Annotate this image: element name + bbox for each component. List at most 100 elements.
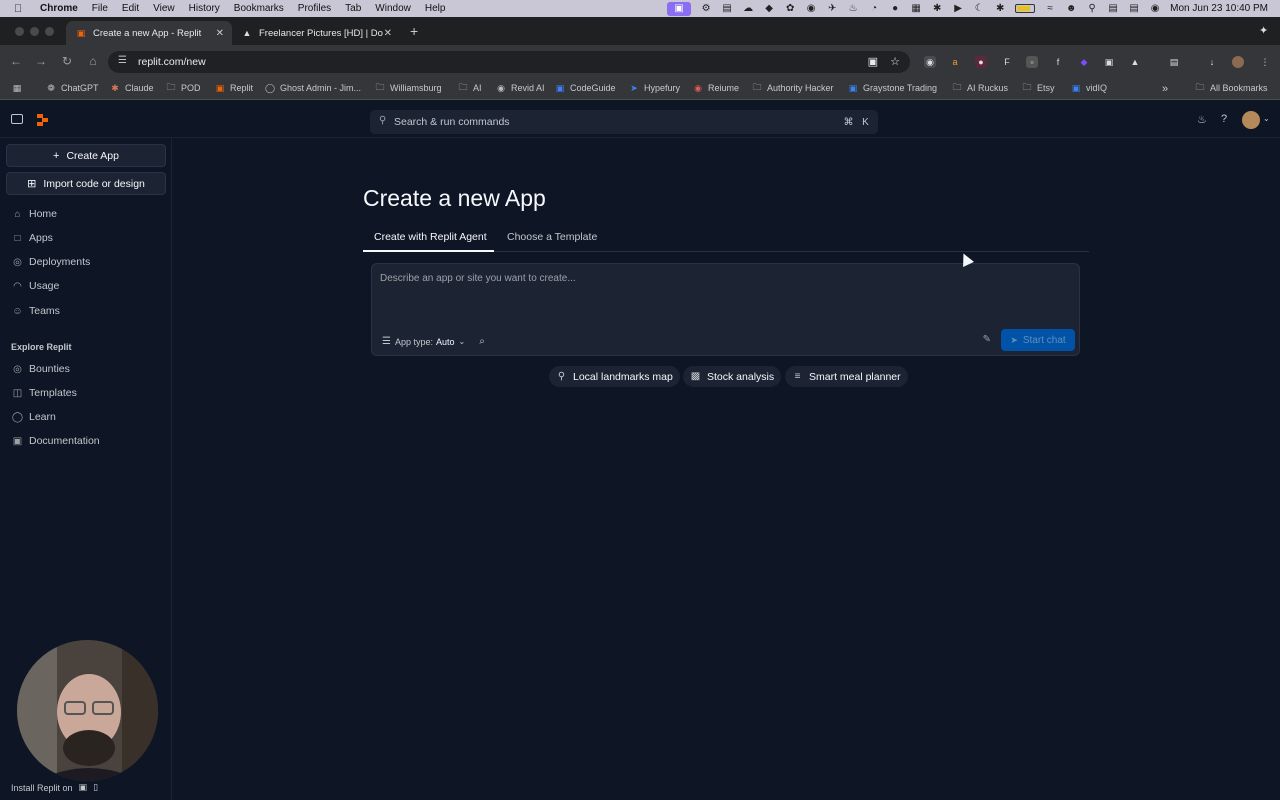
extension-icon[interactable]: ● (975, 56, 987, 68)
tray-app-icon[interactable]: ● (889, 3, 901, 14)
tray-app-icon[interactable]: ▤ (721, 3, 733, 14)
address-bar[interactable]: ☰ replit.com/new ▣ ☆ (108, 51, 910, 73)
tab-create-with-agent[interactable]: Create with Replit Agent (374, 231, 487, 243)
sidebar-item-learn[interactable]: ◯ Learn (12, 408, 56, 426)
extension-icon[interactable]: f (1052, 56, 1064, 68)
screen-record-icon[interactable]: ▣ (667, 1, 692, 16)
desktop-icon[interactable]: ▣ (79, 782, 88, 793)
tray-app-icon[interactable]: ♨ (847, 3, 859, 14)
menu-history[interactable]: History (189, 3, 220, 14)
bookmark-codeguide[interactable]: ▣ CodeGuide (555, 83, 616, 94)
extension-icon[interactable]: ◆ (1078, 56, 1090, 68)
sidebar-toggle-icon[interactable] (11, 114, 23, 124)
spotlight-search-icon[interactable]: ⚲ (1086, 3, 1098, 14)
window-close-button[interactable] (15, 27, 24, 36)
reload-button[interactable]: ↻ (60, 54, 74, 68)
tab-search-icon[interactable]: ▤ (1168, 56, 1180, 68)
sidebar-item-templates[interactable]: ◫ Templates (12, 384, 77, 402)
moon-icon[interactable]: ☾ (973, 3, 985, 14)
start-chat-button[interactable]: ➤ Start chat (1001, 329, 1075, 351)
create-app-button[interactable]: + Create App (6, 144, 166, 167)
sidebar-item-apps[interactable]: □ Apps (12, 229, 52, 247)
bookmark-star-icon[interactable]: ☆ (890, 55, 900, 68)
attach-icon[interactable]: ⌕ (479, 336, 485, 347)
sidebar-item-documentation[interactable]: ▣ Documentation (12, 432, 100, 450)
import-code-button[interactable]: ⊞ Import code or design (6, 172, 166, 195)
bookmark-graystone-trading[interactable]: ▣ Graystone Trading (848, 83, 937, 94)
bookmark-williamsburg[interactable]: 🗀 Williamsburg (375, 82, 441, 93)
site-info-icon[interactable]: ☰ (118, 55, 127, 66)
user-avatar[interactable] (1242, 111, 1260, 129)
extension-icon[interactable]: F (1001, 56, 1013, 68)
download-icon[interactable]: ↓ (1206, 56, 1218, 68)
bookmark-hypefury[interactable]: ➤ Hypefury (629, 83, 680, 94)
calendar-icon[interactable]: ▦ (910, 3, 922, 14)
sidebar-item-bounties[interactable]: ◎ Bounties (12, 360, 70, 378)
pencil-icon[interactable]: ✎ (983, 334, 991, 345)
window-zoom-button[interactable] (45, 27, 54, 36)
app-type-selector[interactable]: ☰ App type: Auto ⌄ ⌕ (382, 336, 485, 347)
menu-file[interactable]: File (92, 3, 108, 14)
tray-app-icon[interactable]: ✿ (784, 3, 796, 14)
suggestion-stock-analysis[interactable]: ▩ Stock analysis (683, 366, 782, 387)
bluetooth-icon[interactable]: ✱ (994, 3, 1006, 14)
extension-icon[interactable]: ◉ (924, 56, 936, 68)
tray-app-icon[interactable]: ◆ (763, 3, 775, 14)
extension-icon[interactable]: ▫ (1026, 56, 1038, 68)
menu-edit[interactable]: Edit (122, 3, 139, 14)
tray-app-icon[interactable]: ✱ (931, 3, 943, 14)
sidebar-item-deployments[interactable]: ◎ Deployments (12, 253, 90, 271)
tray-app-icon[interactable]: ▤ (1107, 3, 1119, 14)
play-icon[interactable]: ▶ (952, 3, 964, 14)
user-icon[interactable]: ☻ (1065, 3, 1077, 14)
siri-icon[interactable]: ◉ (1149, 3, 1161, 14)
replit-logo-icon[interactable] (36, 113, 49, 127)
tab-create-app[interactable]: ▣ Create a new App - Replit ✕ (66, 21, 232, 45)
chevron-down-icon[interactable]: ⌄ (1263, 114, 1270, 123)
bookmark-revid-ai[interactable]: ◉ Revid AI (496, 83, 544, 94)
bookmark-vidiq[interactable]: ▣ vidIQ (1071, 83, 1107, 94)
bookmark-ai-ruckus[interactable]: 🗀 AI Ruckus (952, 82, 1008, 93)
search-run-commands[interactable]: ⚲ Search & run commands ⌘ K (370, 110, 878, 134)
menu-window[interactable]: Window (375, 3, 411, 14)
home-button[interactable]: ⌂ (86, 54, 100, 68)
chrome-menu-icon[interactable]: ⋮ (1259, 56, 1271, 68)
suggestion-smart-meal-planner[interactable]: ≡ Smart meal planner (785, 366, 908, 387)
forward-button[interactable]: → (34, 54, 48, 68)
sidebar-item-home[interactable]: ⌂ Home (12, 205, 57, 223)
install-app-icon[interactable]: ▣ (868, 55, 878, 68)
control-center-icon[interactable]: ▤ (1128, 3, 1140, 14)
bookmark-authority-hacker[interactable]: 🗀 Authority Hacker (752, 82, 833, 93)
bookmark-pod[interactable]: 🗀 POD (166, 82, 200, 93)
app-prompt-box[interactable]: Describe an app or site you want to crea… (371, 263, 1080, 356)
menu-clock[interactable]: Mon Jun 23 10:40 PM (1170, 3, 1268, 14)
mobile-icon[interactable]: ▯ (93, 782, 98, 793)
battery-icon[interactable] (1015, 4, 1036, 13)
sidebar-item-usage[interactable]: ◠ Usage (12, 277, 59, 295)
help-icon[interactable]: ? (1221, 113, 1227, 125)
menu-app-name[interactable]: Chrome (40, 3, 78, 14)
bookmarks-overflow-button[interactable]: » (1162, 83, 1168, 95)
gemini-sparkle-icon[interactable]: ✦ (1259, 24, 1268, 37)
tray-app-icon[interactable]: ✈ (826, 3, 838, 14)
profile-avatar[interactable] (1232, 56, 1244, 68)
back-button[interactable]: ← (9, 54, 23, 68)
bookmark-claude[interactable]: ✱ Claude (110, 83, 153, 94)
extension-icon[interactable]: ▣ (1103, 56, 1115, 68)
tab-choose-template[interactable]: Choose a Template (507, 231, 597, 243)
menu-profiles[interactable]: Profiles (298, 3, 331, 14)
bell-icon[interactable]: ♨ (1197, 113, 1207, 126)
bookmark-ai[interactable]: 🗀 AI (458, 82, 481, 93)
tray-app-icon[interactable]: ⚙ (700, 3, 712, 14)
menu-tab[interactable]: Tab (345, 3, 361, 14)
tab-close-icon[interactable]: ✕ (384, 28, 392, 39)
menu-view[interactable]: View (153, 3, 175, 14)
bookmark-replit[interactable]: ▣ Replit (215, 83, 253, 94)
suggestion-local-landmarks[interactable]: ⚲ Local landmarks map (549, 366, 680, 387)
amazon-extension-icon[interactable]: a (949, 56, 961, 68)
bookmark-reiume[interactable]: ◉ Reiume (693, 83, 739, 94)
bookmark-etsy[interactable]: 🗀 Etsy (1022, 82, 1054, 93)
window-minimize-button[interactable] (30, 27, 39, 36)
bookmark-chatgpt[interactable]: ❁ ChatGPT (46, 83, 98, 94)
all-bookmarks-button[interactable]: 🗀 All Bookmarks (1195, 82, 1267, 93)
